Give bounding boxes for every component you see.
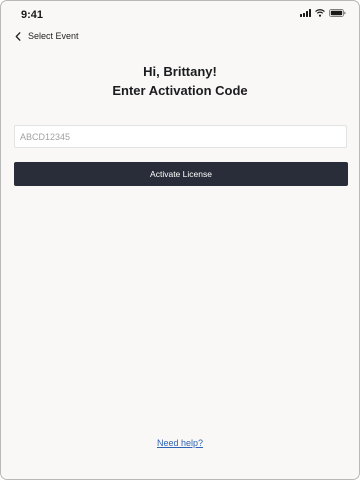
- page-title: Enter Activation Code: [112, 83, 248, 98]
- back-label: Select Event: [28, 31, 79, 41]
- chevron-left-icon: [15, 31, 21, 41]
- signal-icon: [300, 9, 311, 17]
- activation-code-input[interactable]: [14, 125, 347, 148]
- heading: Hi, Brittany! Enter Activation Code: [1, 63, 359, 100]
- greeting: Hi, Brittany!: [143, 64, 217, 79]
- status-icons: [300, 9, 346, 17]
- back-button[interactable]: Select Event: [15, 31, 79, 41]
- need-help-link[interactable]: Need help?: [1, 438, 359, 448]
- activate-license-button[interactable]: Activate License: [14, 162, 348, 186]
- nav-bar: Select Event: [1, 29, 359, 47]
- status-time: 9:41: [21, 9, 44, 21]
- status-bar: 9:41: [1, 1, 359, 25]
- battery-icon: [329, 9, 346, 17]
- app-screen: 9:41 Select Event Hi, Brittany! Enter Ac…: [0, 0, 360, 480]
- wifi-icon: [315, 9, 325, 17]
